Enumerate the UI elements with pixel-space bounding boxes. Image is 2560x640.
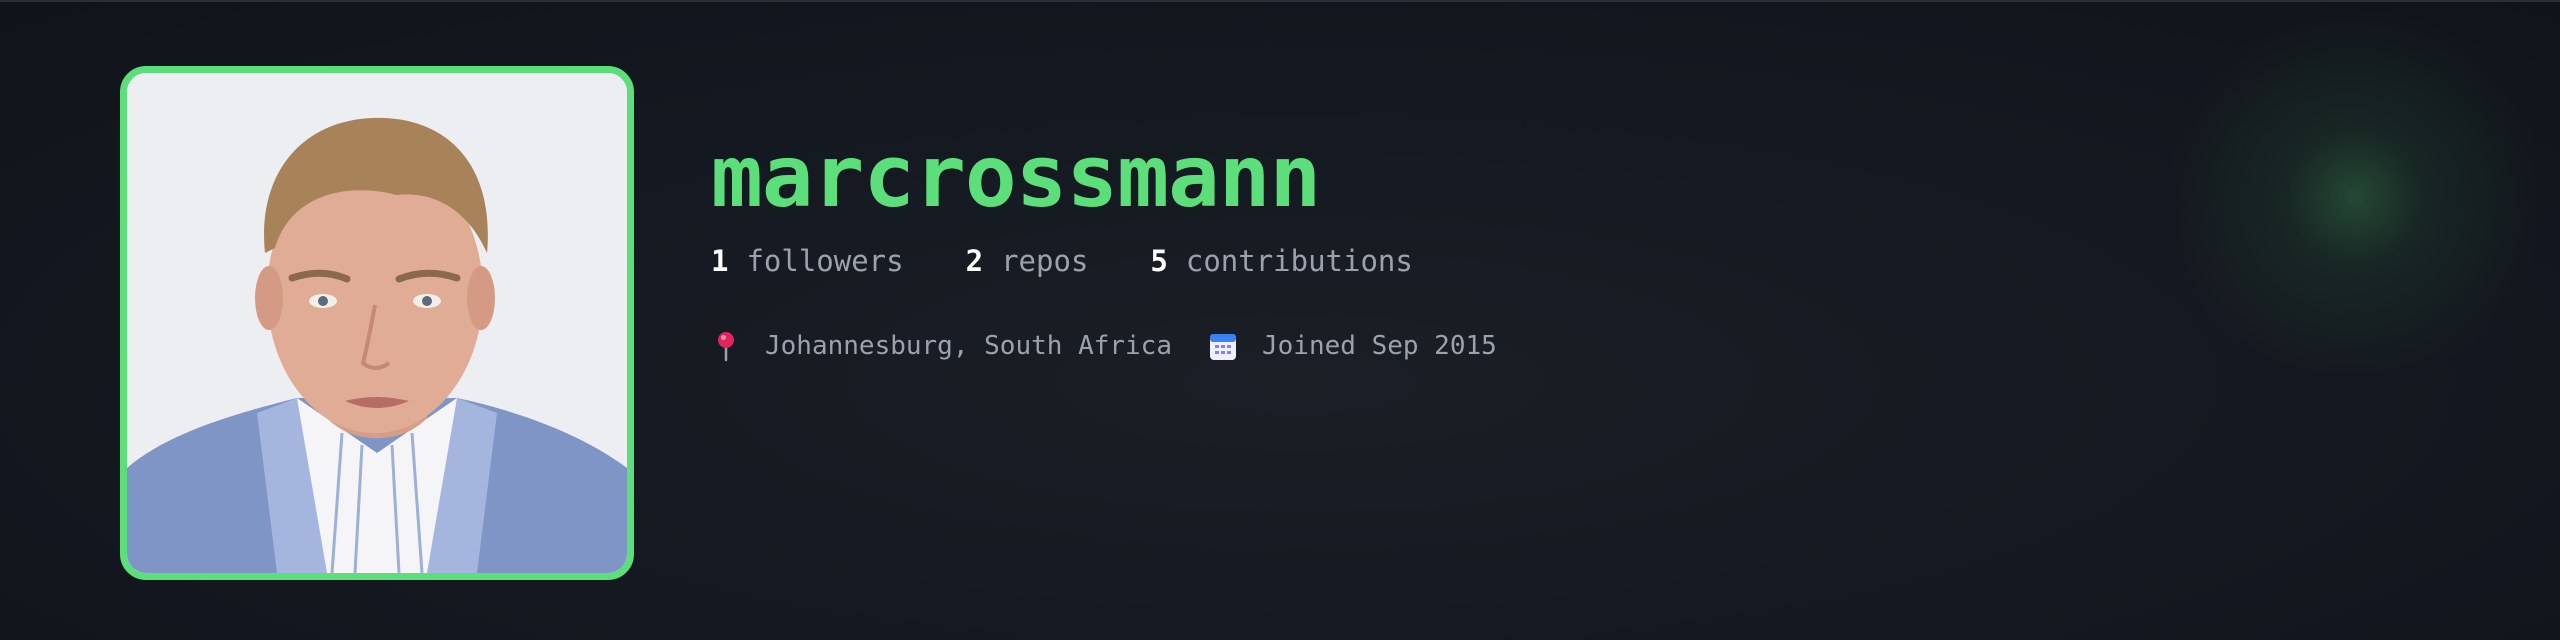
followers-count: 1 [711,244,729,278]
username-title[interactable]: marcrossmann [711,122,1533,232]
meta-row: Johannesburg, South Africa Joined Sep 20… [711,330,1533,362]
location-text: Johannesburg, South Africa [765,331,1172,361]
avatar[interactable] [120,66,634,580]
stats-row: 1 followers 2 repos 5 contributions [711,244,1533,278]
stat-followers[interactable]: 1 followers [711,244,904,278]
profile-card: marcrossmann 1 followers 2 repos 5 contr… [0,0,2560,640]
followers-label: followers [746,244,904,278]
map-pin-icon [718,332,734,362]
stat-contributions[interactable]: 5 contributions [1150,244,1412,278]
repos-label: repos [1001,244,1089,278]
repos-count: 2 [965,244,984,278]
contributions-count: 5 [1150,244,1168,278]
profile-info: marcrossmann 1 followers 2 repos 5 contr… [711,122,1533,362]
calendar-icon [1210,334,1236,360]
location-item: Johannesburg, South Africa [711,330,1172,362]
contributions-label: contributions [1185,244,1413,278]
joined-text: Joined Sep 2015 [1262,331,1497,361]
avatar-image [127,73,627,573]
joined-item: Joined Sep 2015 [1208,330,1497,362]
stat-repos[interactable]: 2 repos [966,244,1089,278]
